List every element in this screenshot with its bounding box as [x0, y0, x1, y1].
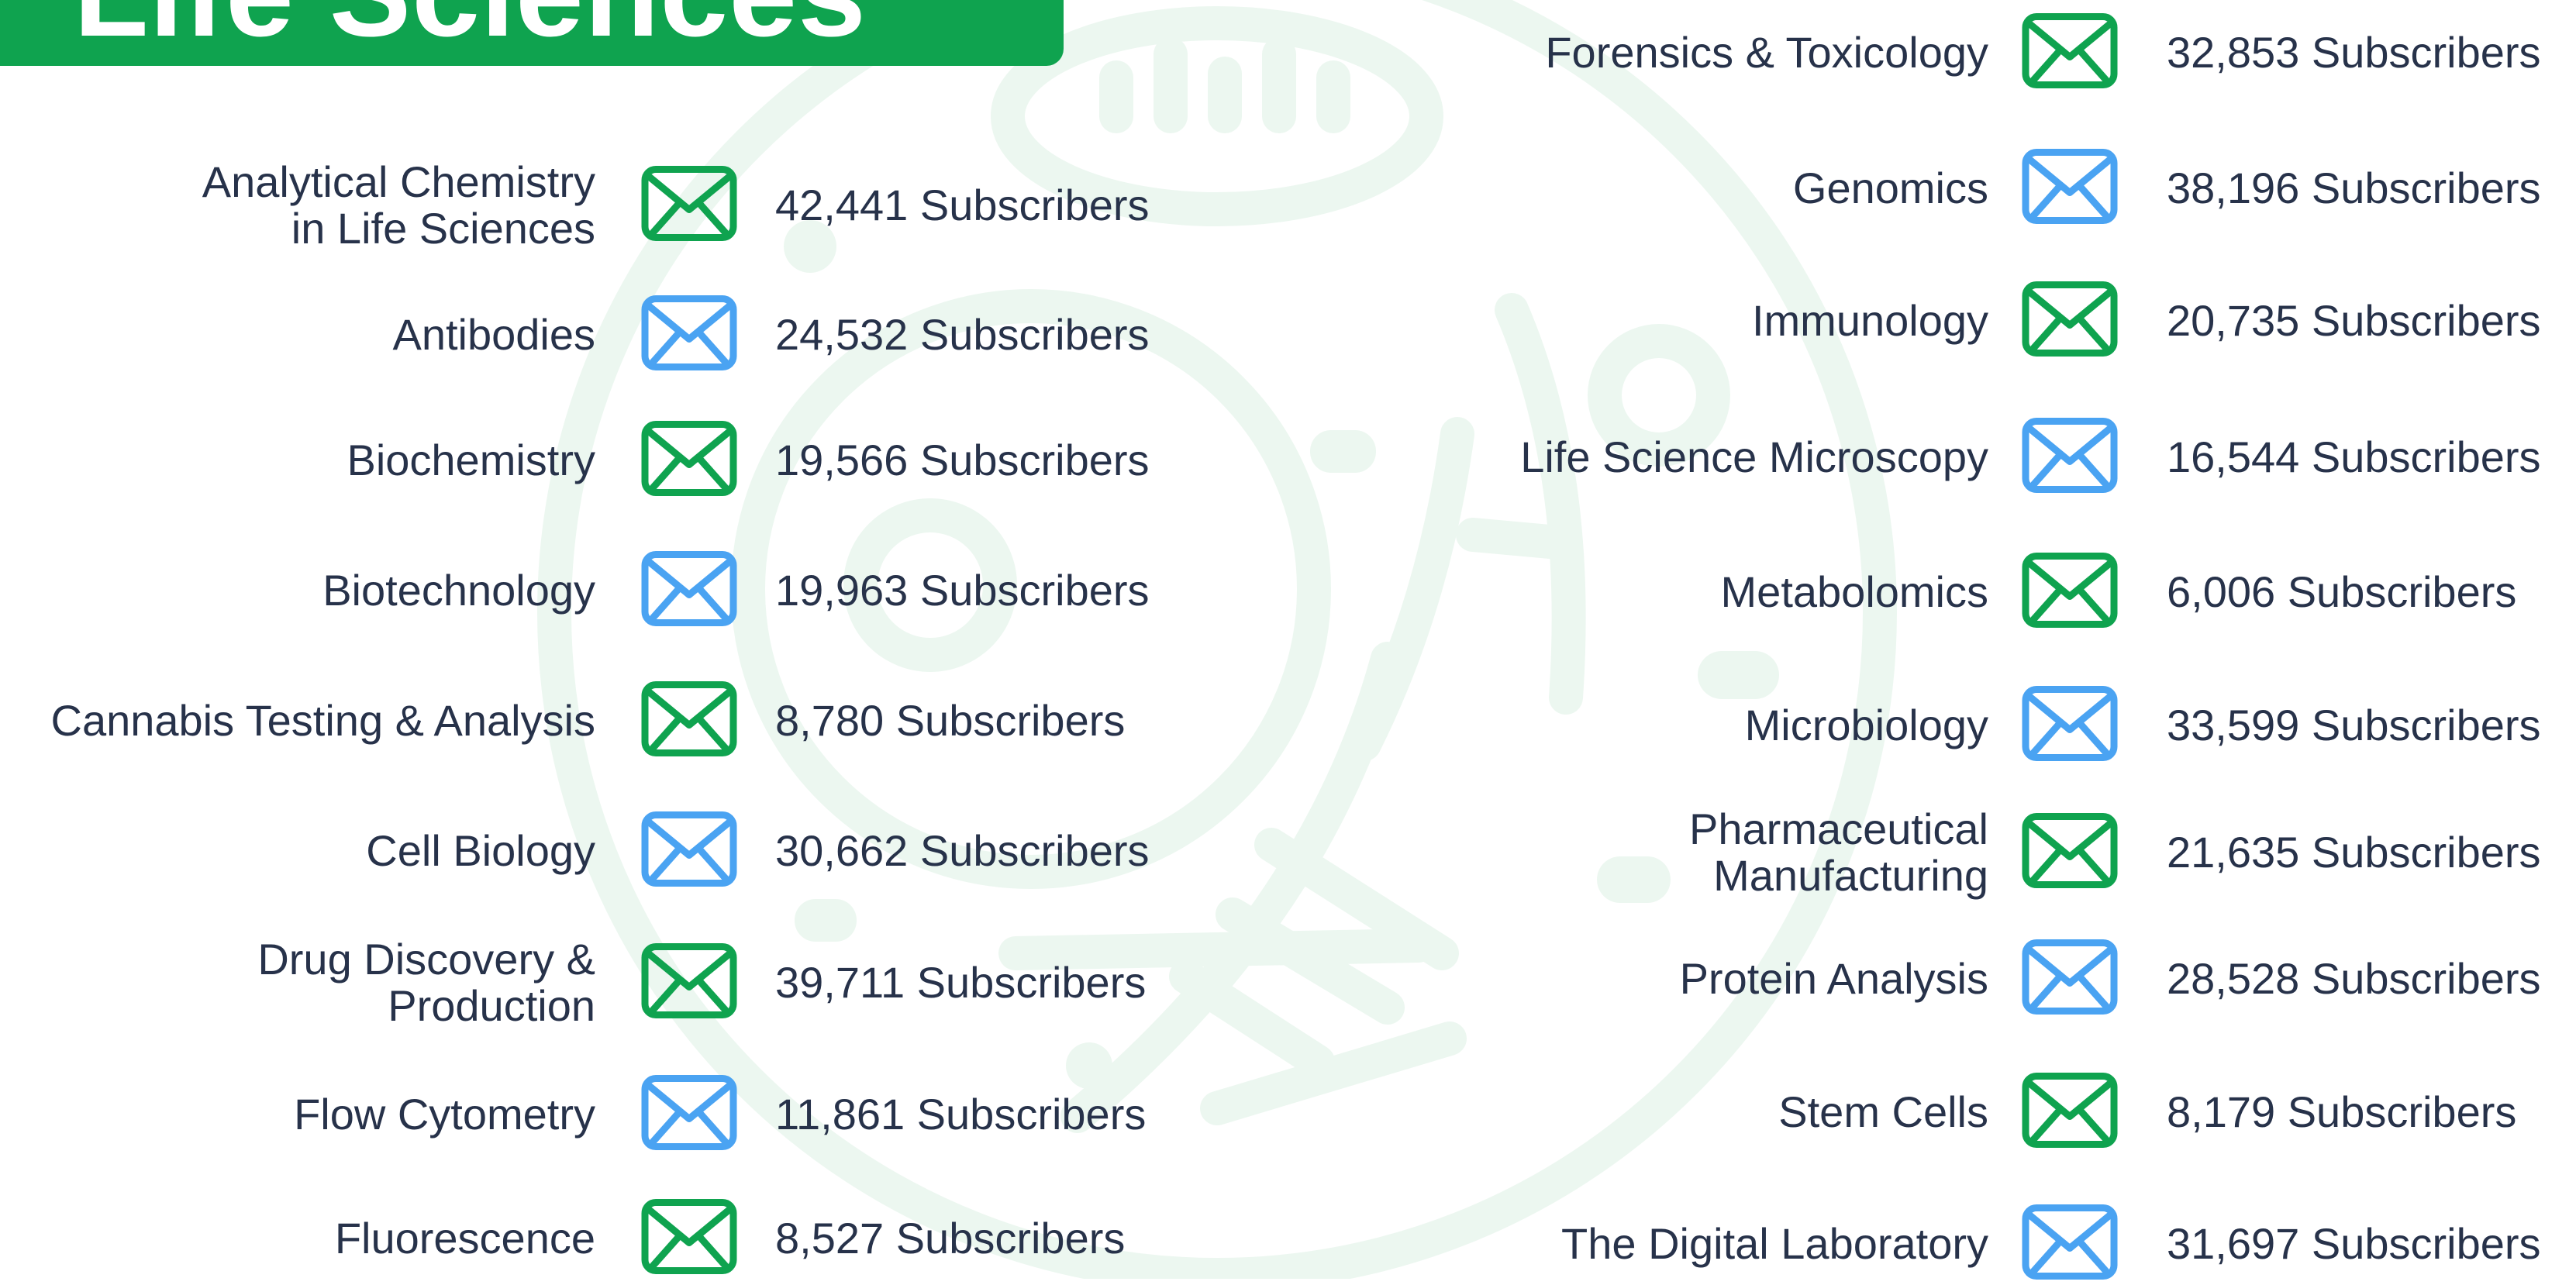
- newsletter-name: Life Science Microscopy: [1256, 434, 1988, 481]
- newsletter-name-line: Immunology: [1751, 296, 1988, 345]
- envelope-icon[interactable]: [640, 165, 738, 246]
- newsletter-name: Fluorescence: [0, 1215, 595, 1262]
- subscriber-count: 19,566 Subscribers: [775, 436, 1150, 484]
- newsletter-name: Flow Cytometry: [0, 1091, 595, 1138]
- newsletter-name-line: The Digital Laboratory: [1561, 1219, 1988, 1268]
- subscriber-count: 8,527 Subscribers: [775, 1214, 1126, 1263]
- newsletter-name: Stem Cells: [1256, 1089, 1988, 1135]
- list-item: Fluorescence 8,527 Subscribers: [0, 0, 1240, 1274]
- envelope-icon[interactable]: [2021, 281, 2119, 362]
- envelope-icon[interactable]: [640, 680, 738, 762]
- newsletter-name-line: Analytical Chemistry: [202, 157, 595, 206]
- newsletter-name: Cell Biology: [0, 828, 595, 874]
- envelope-icon[interactable]: [640, 811, 738, 892]
- newsletter-name-line: Cell Biology: [366, 826, 595, 875]
- newsletter-name: Biochemistry: [0, 437, 595, 484]
- list-item: The Digital Laboratory 31,697 Subscribers: [1256, 0, 2576, 1280]
- envelope-icon[interactable]: [2021, 148, 2119, 229]
- subscriber-count: 8,780 Subscribers: [775, 696, 1126, 745]
- subscriber-count: 39,711 Subscribers: [775, 958, 1147, 1007]
- newsletter-name: Pharmaceutical Manufacturing: [1256, 806, 1988, 899]
- newsletter-name: Microbiology: [1256, 702, 1988, 749]
- subscriber-count: 20,735 Subscribers: [2167, 296, 2541, 345]
- subscriber-count: 28,528 Subscribers: [2167, 954, 2541, 1003]
- envelope-icon[interactable]: [2021, 1204, 2119, 1285]
- newsletter-name: The Digital Laboratory: [1256, 1221, 1988, 1267]
- newsletter-name-line: Metabolomics: [1720, 567, 1988, 616]
- subscriber-count: 8,179 Subscribers: [2167, 1087, 2517, 1136]
- envelope-icon[interactable]: [640, 420, 738, 501]
- envelope-icon[interactable]: [2021, 1072, 2119, 1153]
- newsletter-name-line: Production: [388, 981, 595, 1030]
- newsletter-name-line: Life Science Microscopy: [1520, 432, 1988, 481]
- envelope-icon[interactable]: [640, 1074, 738, 1156]
- newsletter-name: Cannabis Testing & Analysis: [0, 696, 596, 745]
- envelope-icon[interactable]: [640, 1198, 738, 1280]
- envelope-icon[interactable]: [2021, 552, 2119, 633]
- envelope-icon[interactable]: [2021, 939, 2119, 1020]
- envelope-icon[interactable]: [640, 295, 738, 376]
- newsletter-name: Metabolomics: [1256, 569, 1988, 615]
- newsletter-name-line: Antibodies: [392, 310, 595, 359]
- subscriber-count: 11,861 Subscribers: [775, 1090, 1147, 1139]
- newsletter-name: Antibodies: [0, 312, 595, 358]
- newsletter-name-line: Stem Cells: [1778, 1087, 1988, 1136]
- subscriber-count: 19,963 Subscribers: [775, 566, 1150, 615]
- newsletter-name-line: Biotechnology: [322, 566, 595, 615]
- envelope-icon[interactable]: [640, 942, 738, 1024]
- subscriber-count: 42,441 Subscribers: [775, 181, 1150, 229]
- newsletter-name-line: Biochemistry: [347, 436, 595, 484]
- newsletter-name: Analytical Chemistry in Life Sciences: [0, 159, 595, 252]
- newsletter-name-line: Cannabis Testing & Analysis: [50, 696, 596, 745]
- subscriber-count: 30,662 Subscribers: [775, 826, 1150, 875]
- subscriber-count: 33,599 Subscribers: [2167, 701, 2541, 749]
- subscriber-count: 24,532 Subscribers: [775, 310, 1150, 359]
- subscriber-count: 16,544 Subscribers: [2167, 432, 2541, 481]
- newsletter-name-line: Drug Discovery &: [257, 935, 595, 984]
- newsletter-name: Drug Discovery & Production: [0, 936, 595, 1029]
- newsletter-name-line: Manufacturing: [1713, 851, 1988, 900]
- newsletter-name-line: Protein Analysis: [1679, 954, 1988, 1003]
- subscriber-count: 6,006 Subscribers: [2167, 567, 2517, 616]
- subscriber-count: 31,697 Subscribers: [2167, 1219, 2541, 1268]
- newsletter-name-line: in Life Sciences: [291, 204, 595, 253]
- newsletter-name-line: Pharmaceutical: [1689, 804, 1988, 853]
- envelope-icon[interactable]: [640, 550, 738, 632]
- newsletter-name-line: Microbiology: [1744, 701, 1988, 749]
- newsletter-name: Immunology: [1256, 298, 1988, 344]
- envelope-icon[interactable]: [2021, 812, 2119, 894]
- newsletter-name-line: Fluorescence: [334, 1214, 595, 1263]
- envelope-icon[interactable]: [2021, 417, 2119, 498]
- newsletter-name-line: Genomics: [1792, 164, 1988, 212]
- newsletter-name: Protein Analysis: [1256, 956, 1988, 1002]
- envelope-icon[interactable]: [2021, 685, 2119, 767]
- newsletter-name: Genomics: [1256, 165, 1988, 212]
- newsletter-name-line: Flow Cytometry: [294, 1090, 595, 1139]
- newsletter-name: Biotechnology: [0, 567, 595, 614]
- subscriber-count: 21,635 Subscribers: [2167, 828, 2541, 877]
- subscriber-count: 38,196 Subscribers: [2167, 164, 2541, 212]
